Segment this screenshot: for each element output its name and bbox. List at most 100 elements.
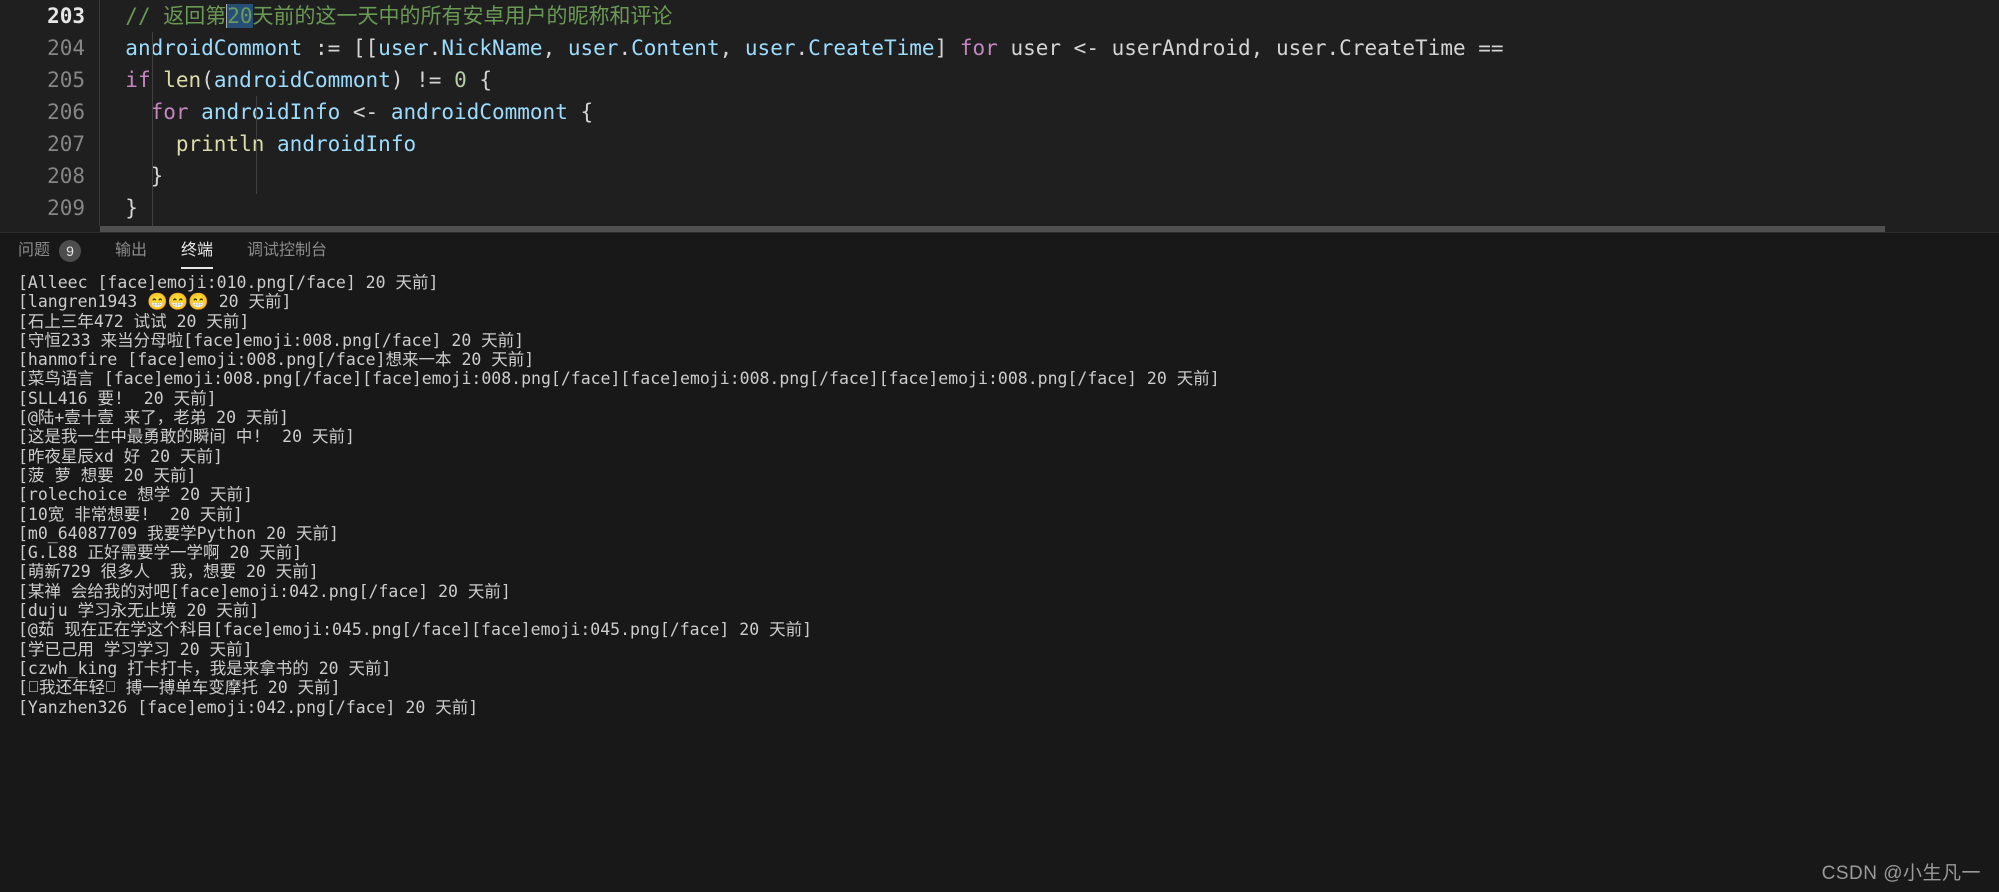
code-token: , <box>719 36 745 60</box>
code-token: androidCommont <box>390 100 568 124</box>
code-token: user <- userAndroid, user.CreateTime == <box>997 36 1504 60</box>
code-token: // 返回第 <box>125 4 227 28</box>
code-token: Content <box>631 36 720 60</box>
code-token: := [[ <box>302 36 379 60</box>
panel-tab-label: 终端 <box>181 242 214 259</box>
code-token: androidCommont <box>213 68 391 92</box>
missing-glyph-box <box>105 681 115 693</box>
code-token: NickName <box>441 36 543 60</box>
code-token: user <box>567 36 619 60</box>
terminal-line: [菠 萝 想要 20 天前] <box>18 465 197 485</box>
panel-tab-0[interactable]: 问题 9 <box>18 233 97 269</box>
bottom-panel: 问题 9 输出 终端 调试控制台 [Alleec [face]emoji:010.png… <box>0 232 1999 892</box>
terminal-line: [@陆+壹十壹 来了，老弟 20 天前] <box>18 408 289 428</box>
terminal-line: [czwh_king 打卡打卡，我是来拿书的 20 天前] <box>18 658 392 678</box>
terminal-line: [守恒233 来当分母啦[face]emoji:008.png[/face] 2… <box>18 330 525 350</box>
code-token: } <box>125 196 138 220</box>
indent-guide <box>152 32 153 226</box>
code-token: androidInfo <box>201 100 341 124</box>
terminal-output[interactable]: [Alleec [face]emoji:010.png[/face] 20 天前… <box>0 269 1999 885</box>
code-token: 天前的这一天中的所有安卓用户的昵称和评论 <box>252 4 673 28</box>
terminal-line: [langren1943 😁😁😁 20 天前] <box>18 292 292 312</box>
code-token: . <box>428 36 442 60</box>
indent-guide <box>256 96 257 194</box>
panel-tab-3[interactable]: 调试控制台 <box>247 233 343 269</box>
terminal-line: [我还年轻 搏一搏单车变摩托 20 天前] <box>18 678 341 698</box>
code-line[interactable]: } <box>100 192 1999 224</box>
code-token: androidInfo <box>277 132 417 156</box>
problem-count-badge: 9 <box>59 240 82 262</box>
code-token: . <box>795 36 809 60</box>
code-token: user <box>378 36 429 60</box>
code-token: ) != <box>390 68 455 92</box>
code-token: println <box>175 132 265 156</box>
terminal-line: [某禅 会给我的对吧[face]emoji:042.png[/face] 20 … <box>18 581 511 601</box>
code-token: ] <box>934 36 960 60</box>
panel-tab-bar[interactable]: 问题 9 输出 终端 调试控制台 <box>0 233 1999 269</box>
terminal-line: [石上三年472 试试 20 天前] <box>18 311 250 331</box>
panel-tab-1[interactable]: 输出 <box>115 233 163 269</box>
code-line[interactable]: } <box>100 160 1999 192</box>
code-token: <- <box>340 100 391 124</box>
code-token: len <box>163 68 202 92</box>
panel-tab-label: 调试控制台 <box>247 242 328 259</box>
code-token: user <box>744 36 796 60</box>
line-number: 208 <box>47 164 85 188</box>
code-line[interactable]: androidCommont := [[user.NickName, user.… <box>100 32 1999 64</box>
line-number-gutter: 203 204 205 206 207 208 209 <box>0 0 100 226</box>
terminal-line: [hanmofire [face]emoji:008.png[/face]想来一… <box>18 350 535 370</box>
terminal-line: [昨夜星辰xd 好 20 天前] <box>18 446 223 466</box>
line-number: 207 <box>47 132 85 156</box>
line-number: 203 <box>47 4 85 28</box>
terminal-line: [这是我一生中最勇敢的瞬间 中! 20 天前] <box>18 427 355 447</box>
code-token: CreateTime <box>808 36 935 60</box>
code-token: . <box>618 36 632 60</box>
code-token: ( <box>201 68 214 92</box>
code-line[interactable]: println androidInfo <box>100 128 1999 160</box>
line-number: 209 <box>47 196 85 220</box>
line-number: 205 <box>47 68 85 92</box>
panel-tab-label: 问题 <box>18 242 51 259</box>
code-token: for <box>959 36 998 60</box>
code-token: 20 <box>227 4 253 28</box>
code-token: { <box>567 100 594 124</box>
line-number: 206 <box>47 100 85 124</box>
terminal-line: [SLL416 要! 20 天前] <box>18 388 217 408</box>
terminal-line: [@茹 现在正在学这个科目[face]emoji:045.png[/face][… <box>18 620 813 640</box>
code-line[interactable]: // 返回第20天前的这一天中的所有安卓用户的昵称和评论 <box>100 0 1999 32</box>
terminal-line: [菜鸟语言 [face]emoji:008.png[/face][face]em… <box>18 369 1220 389</box>
csdn-watermark: CSDN @小生凡一 <box>1821 863 1981 884</box>
code-area[interactable]: 203 204 205 206 207 208 209 // 返回第20天前的这一天中的所有… <box>0 0 1999 226</box>
terminal-line: [10宽 非常想要! 20 天前] <box>18 504 243 524</box>
code-token: , <box>542 36 568 60</box>
code-token: for <box>150 100 189 124</box>
line-number: 204 <box>47 36 85 60</box>
code-token: if <box>125 68 151 92</box>
code-line[interactable]: if len(androidCommont) != 0 { <box>100 64 1999 96</box>
code-editor[interactable]: 203 204 205 206 207 208 209 // 返回第20天前的这一天中的所有… <box>0 0 1999 232</box>
panel-tab-label: 输出 <box>115 242 148 259</box>
terminal-line: [m0_64087709 我要学Python 20 天前] <box>18 523 339 543</box>
code-lines[interactable]: // 返回第20天前的这一天中的所有安卓用户的昵称和评论 androidComm… <box>100 0 1999 226</box>
terminal-line: [G.L88 正好需要学一学啊 20 天前] <box>18 543 303 563</box>
terminal-line: [duju 学习永无止境 20 天前] <box>18 601 260 621</box>
terminal-line: [萌新729 很多人 我，想要 20 天前] <box>18 562 319 582</box>
terminal-line: [学已己用 学习学习 20 天前] <box>18 639 253 659</box>
missing-glyph-box <box>28 681 38 693</box>
code-token: { <box>466 68 493 92</box>
code-line[interactable]: for androidInfo <- androidCommont { <box>100 96 1999 128</box>
terminal-line: [Alleec [face]emoji:010.png[/face] 20 天前… <box>18 273 439 292</box>
terminal-line: [Yanzhen326 [face]emoji:042.png[/face] 2… <box>18 697 479 717</box>
panel-tab-2[interactable]: 终端 <box>181 233 229 269</box>
terminal-line: [rolechoice 想学 20 天前] <box>18 485 253 505</box>
code-token: 0 <box>454 68 467 92</box>
